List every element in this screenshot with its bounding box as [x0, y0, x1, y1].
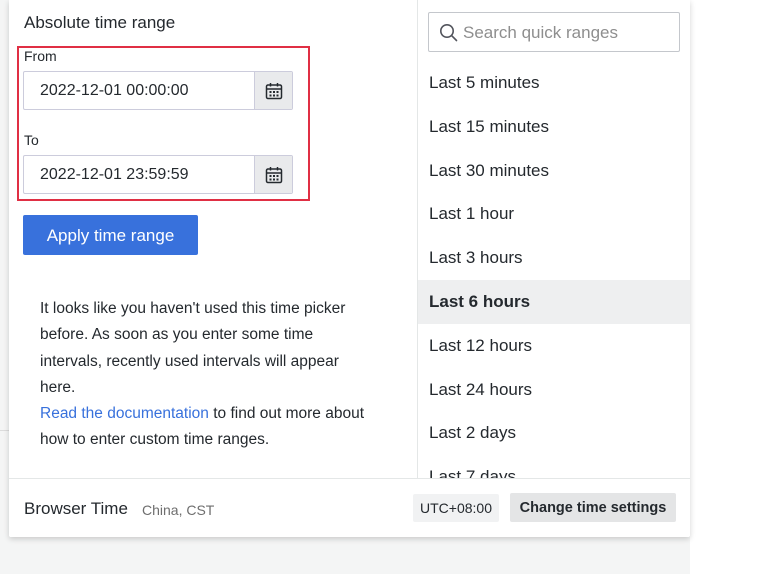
from-calendar-button[interactable]: [254, 72, 292, 109]
from-field: [23, 71, 293, 110]
quick-range-list: Last 5 minutes Last 15 minutes Last 30 min…: [418, 61, 690, 478]
from-input[interactable]: [24, 72, 255, 109]
change-time-settings-button[interactable]: Change time settings: [510, 493, 676, 522]
quick-ranges-section: Last 5 minutesLast 15 minutesLast 30 min…: [418, 0, 690, 478]
background-right: [690, 0, 764, 574]
search-input[interactable]: [461, 13, 680, 53]
time-picker-panel: Absolute time range From 2022-12-01 00:0…: [9, 0, 690, 537]
help-message: It looks like you haven't used this time…: [40, 300, 346, 396]
to-input[interactable]: [24, 156, 255, 193]
search-icon: [440, 24, 458, 42]
section-title: Absolute time range: [24, 13, 176, 32]
quick-range-item[interactable]: Last 1 hour: [418, 192, 690, 236]
quick-range-item[interactable]: Last 2 days: [418, 411, 690, 455]
quick-range-item[interactable]: Last 30 minutes: [418, 149, 690, 193]
apply-time-range-button[interactable]: Apply time range: [23, 215, 198, 255]
timezone-name: China, CST: [142, 502, 215, 518]
to-field: [23, 155, 293, 194]
utc-offset-badge: UTC+08:00: [413, 494, 499, 522]
quick-range-item[interactable]: Last 7 days: [418, 455, 690, 478]
quick-range-item[interactable]: Last 3 hours: [418, 236, 690, 280]
from-label: From: [24, 48, 57, 64]
quick-range-item[interactable]: Last 6 hours: [418, 279, 690, 324]
quick-range-item[interactable]: Last 15 minutes: [418, 105, 690, 149]
absolute-range-section: Absolute time range From 2022-12-01 00:0…: [9, 0, 418, 478]
timezone-label: Browser Time: [24, 499, 128, 518]
quick-range-item[interactable]: Last 5 minutes: [418, 61, 690, 105]
quick-range-search: [428, 12, 680, 53]
calendar-icon: [265, 166, 282, 183]
time-settings-footer: Browser Time China, CST UTC+08:00 Change…: [9, 478, 690, 537]
calendar-icon: [265, 82, 282, 99]
help-text: It looks like you haven't used this time…: [40, 296, 370, 454]
to-label: To: [24, 132, 39, 148]
documentation-link[interactable]: Read the documentation: [40, 405, 209, 422]
quick-range-item[interactable]: Last 12 hours: [418, 324, 690, 368]
to-calendar-button[interactable]: [254, 156, 292, 193]
quick-range-item[interactable]: Last 24 hours: [418, 368, 690, 412]
